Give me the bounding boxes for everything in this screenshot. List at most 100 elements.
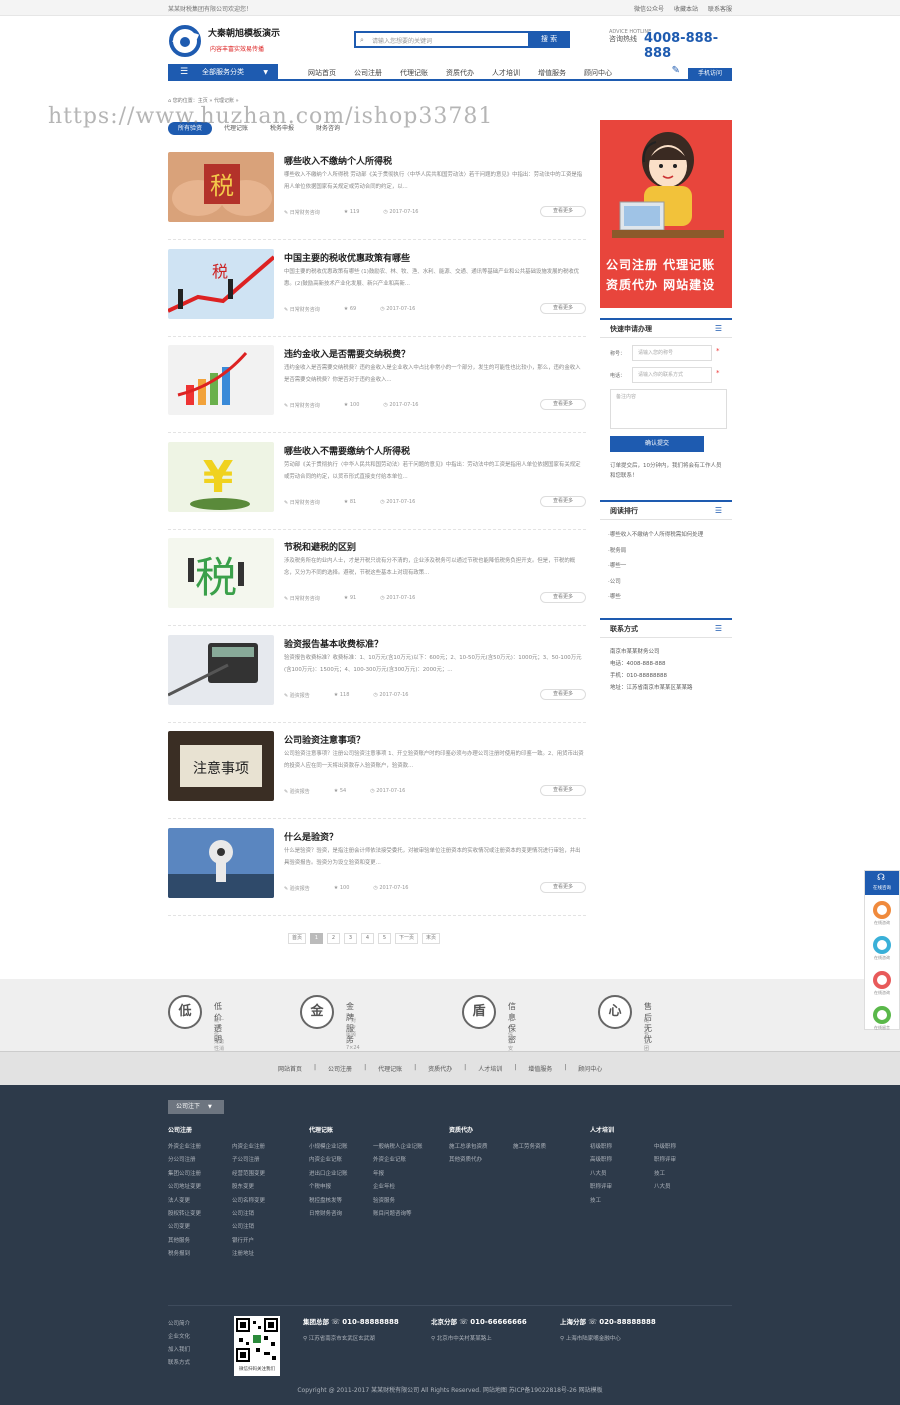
footer-link[interactable]: 外资企业记账 — [373, 1155, 437, 1163]
article-category[interactable]: ✎ 日常财务咨询 — [284, 499, 320, 506]
footer-link[interactable]: 八大员 — [590, 1169, 654, 1177]
footer-nav-item[interactable]: 顾问中心 — [578, 1064, 602, 1073]
footer-link[interactable]: 公司地址变更 — [168, 1182, 232, 1190]
article-title[interactable]: 中国主要的税收优惠政策有哪些 — [284, 251, 410, 264]
footer-link[interactable]: 年报 — [373, 1169, 437, 1177]
footer-link[interactable]: 施工劳务资质 — [513, 1142, 577, 1150]
logo-icon[interactable] — [168, 25, 202, 57]
footer-link[interactable]: 分公司注册 — [168, 1155, 232, 1163]
footer-link[interactable]: 中级职称 — [654, 1142, 718, 1150]
footer-link[interactable]: 注册地址 — [232, 1249, 296, 1257]
article-title[interactable]: 验资报告基本收费标准？ — [284, 637, 383, 650]
nav-item-register[interactable]: 公司注册 — [354, 68, 382, 78]
footer-link[interactable]: 其他资质代办 — [449, 1155, 513, 1163]
nav-item-accounting[interactable]: 代理记账 — [400, 68, 428, 78]
footer-link[interactable]: 账目问题咨询等 — [373, 1209, 437, 1217]
article-title[interactable]: 哪些收入不需要缴纳个人所得税 — [284, 444, 410, 457]
company-link[interactable]: 联系方式 — [168, 1357, 190, 1370]
footer-link[interactable]: 八大员 — [654, 1182, 718, 1190]
footer-link[interactable]: 个税申报 — [309, 1182, 373, 1190]
rank-item[interactable]: ·哪些收入不缴纳个人所得税需如何处理 — [608, 528, 703, 544]
footer-nav-item[interactable]: 公司注册 — [328, 1064, 352, 1073]
read-more-button[interactable]: 查看更多 — [540, 496, 586, 507]
article-category[interactable]: ✎ 日常财务咨询 — [284, 595, 320, 602]
float-item[interactable]: 在线咨询 — [865, 971, 899, 1004]
page-1[interactable]: 1 — [310, 933, 324, 944]
nav-item-home[interactable]: 网站首页 — [308, 68, 336, 78]
page-last[interactable]: 末页 — [422, 933, 441, 944]
article-thumbnail[interactable]: 注意事项 — [168, 731, 274, 801]
rank-item[interactable]: ·税务局 — [608, 544, 703, 560]
footer-link[interactable]: 施工总承包资质 — [449, 1142, 513, 1150]
article-thumbnail[interactable] — [168, 345, 274, 415]
footer-link[interactable]: 其他服务 — [168, 1236, 232, 1244]
footer-link[interactable]: 股东变更 — [232, 1182, 296, 1190]
footer-link[interactable]: 内资企业注册 — [232, 1142, 296, 1150]
footer-link[interactable]: 银行开户 — [232, 1236, 296, 1244]
article-title[interactable]: 什么是验资？ — [284, 830, 338, 843]
footer-link[interactable]: 职称评审 — [654, 1155, 718, 1163]
float-item[interactable]: 在线咨询 — [865, 901, 899, 934]
phone-input[interactable]: 请输入你的联系方式 — [632, 367, 712, 383]
footer-link[interactable]: 税务报到 — [168, 1249, 232, 1257]
footer-link[interactable]: 技工 — [654, 1169, 718, 1177]
footer-link[interactable]: 公司变更 — [168, 1222, 232, 1230]
article-category[interactable]: ✎ 日常财务咨询 — [284, 209, 320, 216]
article-title[interactable]: 违约金收入是否需要交纳税费？ — [284, 347, 410, 360]
article-title[interactable]: 哪些收入不缴纳个人所得税 — [284, 154, 392, 167]
page-5[interactable]: 5 — [378, 933, 392, 944]
article-thumbnail[interactable]: ¥ — [168, 442, 274, 512]
read-more-button[interactable]: 查看更多 — [540, 303, 586, 314]
footer-nav-item[interactable]: 增值服务 — [528, 1064, 552, 1073]
footer-link[interactable]: 税控盘核发等 — [309, 1196, 373, 1204]
article-category[interactable]: ✎ 验资报告 — [284, 885, 310, 892]
article-category[interactable]: ✎ 日常财务咨询 — [284, 306, 320, 313]
footer-nav-item[interactable]: 资质代办 — [428, 1064, 452, 1073]
page-2[interactable]: 2 — [327, 933, 341, 944]
footer-link[interactable]: 进出口企业记账 — [309, 1169, 373, 1177]
article-thumbnail[interactable]: 税 — [168, 538, 274, 608]
page-4[interactable]: 4 — [361, 933, 375, 944]
footer-link[interactable]: 公司注销 — [232, 1209, 296, 1217]
read-more-button[interactable]: 查看更多 — [540, 592, 586, 603]
footer-link[interactable]: 一般纳税人企业记账 — [373, 1142, 437, 1150]
nav-item-consultant[interactable]: 顾问中心 — [584, 68, 612, 78]
company-link[interactable]: 公司简介 — [168, 1318, 190, 1331]
footer-link[interactable]: 外资企业注册 — [168, 1142, 232, 1150]
footer-dropdown-button[interactable]: 公司注下 ▼ — [168, 1100, 224, 1114]
company-link[interactable]: 企业文化 — [168, 1331, 190, 1344]
article-title[interactable]: 公司验资注意事项？ — [284, 733, 365, 746]
footer-nav-item[interactable]: 网站首页 — [278, 1064, 302, 1073]
footer-link[interactable]: 公司名称变更 — [232, 1196, 296, 1204]
category-button[interactable]: ☰ 全部服务分类 ▼ — [168, 64, 278, 81]
float-head[interactable]: ☊ 在线咨询 — [865, 871, 899, 895]
footer-link[interactable]: 经营范围变更 — [232, 1169, 296, 1177]
footer-link[interactable]: 高级职称 — [590, 1155, 654, 1163]
float-item[interactable]: 在线咨询 — [865, 936, 899, 969]
wechat-link[interactable]: 微信公众号 — [634, 4, 664, 13]
read-more-button[interactable]: 查看更多 — [540, 882, 586, 893]
sidebar-banner[interactable]: 公司注册 代理记账 资质代办 网站建设 — [600, 120, 732, 308]
footer-link[interactable]: 股权转让变更 — [168, 1209, 232, 1217]
rank-item[interactable]: ·哪些一 — [608, 559, 703, 575]
read-more-button[interactable]: 查看更多 — [540, 785, 586, 796]
submit-button[interactable]: 确认提交 — [610, 436, 704, 452]
article-thumbnail[interactable]: 税 — [168, 249, 274, 319]
article-title[interactable]: 节税和避税的区别 — [284, 540, 356, 553]
article-category[interactable]: ✎ 日常财务咨询 — [284, 402, 320, 409]
footer-link[interactable]: 企业年检 — [373, 1182, 437, 1190]
footer-link[interactable]: 验资服务 — [373, 1196, 437, 1204]
article-category[interactable]: ✎ 验资报告 — [284, 788, 310, 795]
note-textarea[interactable]: 备注内容 — [610, 389, 727, 429]
read-more-button[interactable]: 查看更多 — [540, 206, 586, 217]
article-thumbnail[interactable] — [168, 828, 274, 898]
search-input[interactable]: 请输入您想要的关键词 — [372, 36, 432, 45]
nav-item-training[interactable]: 人才培训 — [492, 68, 520, 78]
footer-nav-item[interactable]: 人才培训 — [478, 1064, 502, 1073]
read-more-button[interactable]: 查看更多 — [540, 399, 586, 410]
footer-link[interactable]: 子公司注册 — [232, 1155, 296, 1163]
nav-item-value-added[interactable]: 增值服务 — [538, 68, 566, 78]
footer-link[interactable]: 内资企业记账 — [309, 1155, 373, 1163]
article-thumbnail[interactable]: 税 — [168, 152, 274, 222]
footer-link[interactable]: 法人变更 — [168, 1196, 232, 1204]
